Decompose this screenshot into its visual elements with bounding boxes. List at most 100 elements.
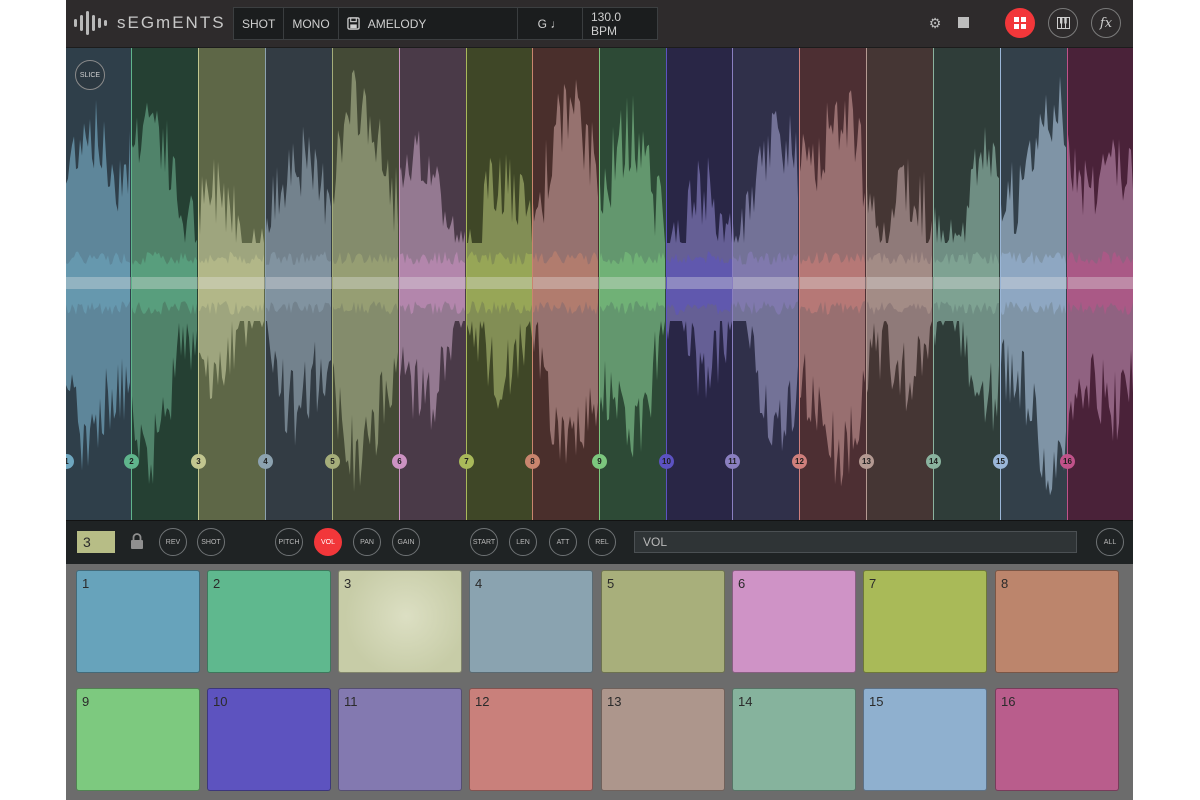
- slice-marker-2[interactable]: 2: [124, 454, 139, 469]
- pad-12[interactable]: 12: [469, 688, 593, 791]
- pad-number: 8: [1001, 576, 1009, 591]
- slice-marker-7[interactable]: 7: [459, 454, 474, 469]
- waveform-segment-10: [666, 156, 732, 399]
- slice-marker-9[interactable]: 9: [592, 454, 607, 469]
- shot-button[interactable]: SHOT: [197, 528, 225, 556]
- slice-boundary-2[interactable]: [131, 48, 132, 520]
- tempo-display[interactable]: 130.0 BPM: [583, 8, 657, 39]
- selected-slot-field[interactable]: 3: [77, 531, 115, 553]
- key-selector[interactable]: G ♩: [518, 8, 583, 39]
- slice-marker-16[interactable]: 16: [1060, 454, 1075, 469]
- pad-4[interactable]: 4: [469, 570, 593, 673]
- waveform-segment-16: [1067, 125, 1133, 464]
- slice-boundary-9[interactable]: [599, 48, 600, 520]
- slice-boundary-16[interactable]: [1067, 48, 1068, 520]
- parameter-display[interactable]: VOL: [634, 531, 1077, 553]
- slice-boundary-10[interactable]: [666, 48, 667, 520]
- slice-marker-3[interactable]: 3: [191, 454, 206, 469]
- mode-label: SHOT: [242, 16, 276, 31]
- slice-boundary-6[interactable]: [399, 48, 400, 520]
- waveform-view[interactable]: 1 2 3 4 5 6 7 8 9 10 11 12 13 14 15 16 SLICE: [66, 48, 1133, 520]
- pad-8[interactable]: 8: [995, 570, 1119, 673]
- slice-marker-13[interactable]: 13: [859, 454, 874, 469]
- waveform-segment-8: [532, 79, 599, 465]
- pad-14[interactable]: 14: [732, 688, 856, 791]
- slice-boundary-8[interactable]: [532, 48, 533, 520]
- slice-boundary-7[interactable]: [466, 48, 467, 520]
- pad-number: 11: [344, 694, 358, 709]
- pad-16[interactable]: 16: [995, 688, 1119, 791]
- slice-boundary-3[interactable]: [198, 48, 199, 520]
- pad-2[interactable]: 2: [207, 570, 331, 673]
- save-icon[interactable]: [346, 17, 360, 30]
- channel-label: MONO: [292, 16, 330, 31]
- rel-button[interactable]: REL: [588, 528, 616, 556]
- stop-icon[interactable]: [956, 16, 970, 30]
- slice-boundary-11[interactable]: [732, 48, 733, 520]
- keyboard-button[interactable]: [1048, 8, 1078, 38]
- waveform-segment-12: [799, 90, 866, 487]
- channel-selector[interactable]: MONO: [284, 8, 339, 39]
- pad-9[interactable]: 9: [76, 688, 200, 791]
- keyboard-icon: [1056, 17, 1070, 29]
- pad-10[interactable]: 10: [207, 688, 331, 791]
- pad-number: 2: [213, 576, 221, 591]
- pitch-button[interactable]: PITCH: [275, 528, 303, 556]
- app-logo: sEGmENTS: [74, 8, 224, 38]
- key-label: G ♩: [537, 16, 563, 31]
- slice-button[interactable]: SLICE: [75, 60, 105, 90]
- slice-marker-10[interactable]: 10: [659, 454, 674, 469]
- slice-marker-11[interactable]: 11: [725, 454, 740, 469]
- rev-button[interactable]: REV: [159, 528, 187, 556]
- start-button[interactable]: START: [470, 528, 498, 556]
- fx-button[interactable]: fx: [1091, 8, 1121, 38]
- pad-number: 13: [607, 694, 622, 709]
- slice-boundary-15[interactable]: [1000, 48, 1001, 520]
- slice-boundary-4[interactable]: [265, 48, 266, 520]
- grid-view-icon: [1014, 17, 1026, 29]
- pad-number: 9: [82, 694, 90, 709]
- gain-button[interactable]: GAIN: [392, 528, 420, 556]
- waveform-segment-1: [66, 99, 131, 471]
- slice-boundary-5[interactable]: [332, 48, 333, 520]
- slice-marker-6[interactable]: 6: [392, 454, 407, 469]
- pad-15[interactable]: 15: [863, 688, 987, 791]
- len-button[interactable]: LEN: [509, 528, 537, 556]
- mode-selector[interactable]: SHOT: [234, 8, 285, 39]
- waveform-segment-13: [866, 158, 933, 412]
- waveform-segment-6: [399, 130, 466, 431]
- slice-marker-15[interactable]: 15: [993, 454, 1008, 469]
- pad-3[interactable]: 3: [338, 570, 462, 673]
- pad-11[interactable]: 11: [338, 688, 462, 791]
- waveform-segment-5: [332, 69, 399, 493]
- slice-marker-14[interactable]: 14: [926, 454, 941, 469]
- pad-number: 12: [475, 694, 490, 709]
- pad-number: 14: [738, 694, 753, 709]
- slice-boundary-13[interactable]: [866, 48, 867, 520]
- slice-marker-5[interactable]: 5: [325, 454, 340, 469]
- pad-5[interactable]: 5: [601, 570, 725, 673]
- slice-boundary-14[interactable]: [933, 48, 934, 520]
- settings-icon[interactable]: ⚙: [928, 16, 942, 30]
- preset-selector[interactable]: AMELODY: [339, 8, 518, 39]
- logo-mark-icon: [74, 8, 107, 38]
- waveform-segment-3: [198, 158, 265, 400]
- pad-1[interactable]: 1: [76, 570, 200, 673]
- pad-13[interactable]: 13: [601, 688, 725, 791]
- pan-button[interactable]: PAN: [353, 528, 381, 556]
- lock-icon[interactable]: [130, 532, 144, 550]
- all-button[interactable]: ALL: [1096, 528, 1124, 556]
- att-button[interactable]: ATT: [549, 528, 577, 556]
- slice-marker-12[interactable]: 12: [792, 454, 807, 469]
- waveform-segment-2: [131, 102, 198, 485]
- preset-name: AMELODY: [367, 16, 427, 31]
- slice-marker-8[interactable]: 8: [525, 454, 540, 469]
- vol-button[interactable]: VOL: [314, 528, 342, 556]
- slice-boundary-12[interactable]: [799, 48, 800, 520]
- pad-6[interactable]: 6: [732, 570, 856, 673]
- slice-marker-4[interactable]: 4: [258, 454, 273, 469]
- pad-7[interactable]: 7: [863, 570, 987, 673]
- waveform-segment-7: [466, 153, 532, 410]
- tempo-label: 130.0 BPM: [591, 9, 622, 38]
- grid-view-button[interactable]: [1005, 8, 1035, 38]
